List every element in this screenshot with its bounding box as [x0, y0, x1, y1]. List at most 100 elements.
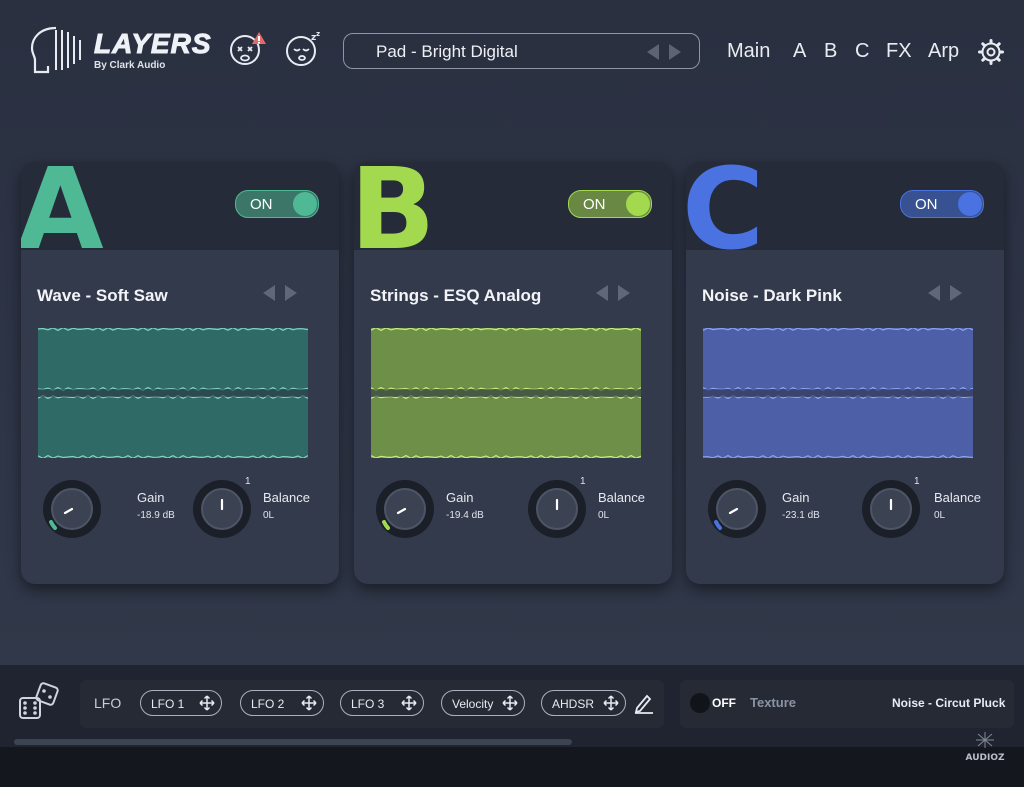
dice-randomize-icon[interactable] [18, 682, 62, 722]
bottom-strip [0, 747, 1024, 787]
chip-lfo-2[interactable]: LFO 2 [240, 690, 324, 716]
preset-selector[interactable]: Pad - Bright Digital [343, 33, 700, 69]
preset-next-icon[interactable] [669, 44, 681, 60]
layer-prev-icon[interactable] [928, 285, 940, 301]
texture-toggle-state[interactable]: OFF [712, 696, 736, 710]
nav-a[interactable]: A [793, 40, 806, 63]
layer-panel-c: C ON Noise - Dark Pink Gain -23.1 dB 1 Balance… [686, 162, 1004, 584]
balance-knob[interactable] [191, 478, 253, 540]
waveform-display [38, 328, 308, 458]
texture-toggle-knob[interactable] [690, 693, 710, 713]
drag-move-icon[interactable] [502, 695, 518, 711]
layer-on-toggle[interactable]: ON [568, 190, 652, 218]
layer-preset-arrows [263, 285, 297, 301]
chip-label: LFO 3 [351, 697, 385, 711]
layer-preset-arrows [596, 285, 630, 301]
chip-label: LFO 1 [151, 697, 185, 711]
balance-value: 0L [598, 510, 610, 521]
layer-preset-name[interactable]: Wave - Soft Saw [37, 286, 168, 306]
gain-label: Gain [782, 490, 810, 505]
svg-text:AUDIOZ: AUDIOZ [966, 753, 1005, 763]
waveform-display [371, 328, 641, 458]
gain-knob[interactable] [374, 478, 436, 540]
toggle-knob [626, 192, 650, 216]
layer-letter: A [21, 162, 104, 275]
nav-arp[interactable]: Arp [928, 40, 959, 63]
layer-on-toggle[interactable]: ON [900, 190, 984, 218]
toggle-state-label: ON [583, 196, 606, 213]
nav-fx[interactable]: FX [886, 40, 912, 63]
balance-value: 0L [934, 510, 946, 521]
gain-knob[interactable] [706, 478, 768, 540]
panic-face-warning-icon[interactable] [228, 30, 266, 68]
preset-prev-icon[interactable] [647, 44, 659, 60]
layer-preset-name[interactable]: Noise - Dark Pink [702, 286, 842, 306]
layer-prev-icon[interactable] [263, 285, 275, 301]
balance-value: 0L [263, 510, 275, 521]
lfo-label: LFO [94, 695, 122, 711]
nav-b[interactable]: B [824, 40, 837, 63]
sleep-face-icon[interactable]: z z [284, 30, 322, 68]
balance-center-marker: 1 [245, 476, 251, 487]
gain-knob[interactable] [41, 478, 103, 540]
logo-subtitle: By Clark Audio [94, 60, 166, 71]
layer-on-toggle[interactable]: ON [235, 190, 319, 218]
chip-label: LFO 2 [251, 697, 285, 711]
toggle-knob [958, 192, 982, 216]
layer-next-icon[interactable] [285, 285, 297, 301]
layer-letter: B [354, 162, 436, 275]
gain-value: -18.9 dB [137, 510, 175, 521]
chip-lfo-1[interactable]: LFO 1 [140, 690, 222, 716]
texture-preset[interactable]: Noise - Circut Pluck [892, 696, 1005, 710]
gain-value: -23.1 dB [782, 510, 820, 521]
nav-c[interactable]: C [855, 40, 869, 63]
drag-move-icon[interactable] [301, 695, 317, 711]
chip-ahdsr[interactable]: AHDSR [541, 690, 626, 716]
layer-panel-a: A ON Wave - Soft Saw Gain -18.9 dB 1 Balance 0L [21, 162, 339, 584]
chip-lfo-3[interactable]: LFO 3 [340, 690, 424, 716]
header: LAYERS By Clark Audio z z Pad - Bright D… [0, 0, 1024, 100]
pencil-edit-icon[interactable] [633, 692, 655, 714]
watermark-logo: AUDIOZ [966, 732, 1005, 763]
gain-label: Gain [446, 490, 474, 505]
preset-arrows [647, 44, 681, 60]
nav-main[interactable]: Main [727, 40, 770, 63]
svg-text:z: z [316, 30, 320, 38]
logo: LAYERS By Clark Audio [26, 24, 216, 76]
balance-center-marker: 1 [914, 476, 920, 487]
preset-name: Pad - Bright Digital [376, 42, 518, 61]
layer-preset-arrows [928, 285, 962, 301]
drag-move-icon[interactable] [401, 695, 417, 711]
layer-panel-b: B ON Strings - ESQ Analog Gain -19.4 dB 1 Bala… [354, 162, 672, 584]
chip-label: AHDSR [552, 697, 595, 711]
drag-move-icon[interactable] [603, 695, 619, 711]
layer-prev-icon[interactable] [596, 285, 608, 301]
layer-preset-name[interactable]: Strings - ESQ Analog [370, 286, 541, 306]
chip-velocity[interactable]: Velocity [441, 690, 525, 716]
gain-value: -19.4 dB [446, 510, 484, 521]
chip-label: Velocity [452, 697, 494, 711]
horizontal-scrollbar[interactable] [14, 739, 572, 745]
texture-label: Texture [750, 695, 796, 710]
waveform-gap [703, 389, 973, 397]
layer-next-icon[interactable] [618, 285, 630, 301]
balance-center-marker: 1 [580, 476, 586, 487]
layer-next-icon[interactable] [950, 285, 962, 301]
toggle-state-label: ON [915, 196, 938, 213]
head-logo-icon [30, 26, 81, 74]
toggle-state-label: ON [250, 196, 273, 213]
balance-label: Balance [934, 490, 981, 505]
waveform-gap [38, 389, 308, 397]
waveform-display [703, 328, 973, 458]
balance-label: Balance [598, 490, 645, 505]
toggle-knob [293, 192, 317, 216]
gear-icon[interactable] [978, 39, 1004, 65]
balance-knob[interactable] [526, 478, 588, 540]
logo-title: LAYERS [94, 28, 212, 60]
balance-label: Balance [263, 490, 310, 505]
layer-letter: C [686, 162, 765, 275]
gain-label: Gain [137, 490, 165, 505]
drag-move-icon[interactable] [199, 695, 215, 711]
balance-knob[interactable] [860, 478, 922, 540]
waveform-gap [371, 389, 641, 397]
